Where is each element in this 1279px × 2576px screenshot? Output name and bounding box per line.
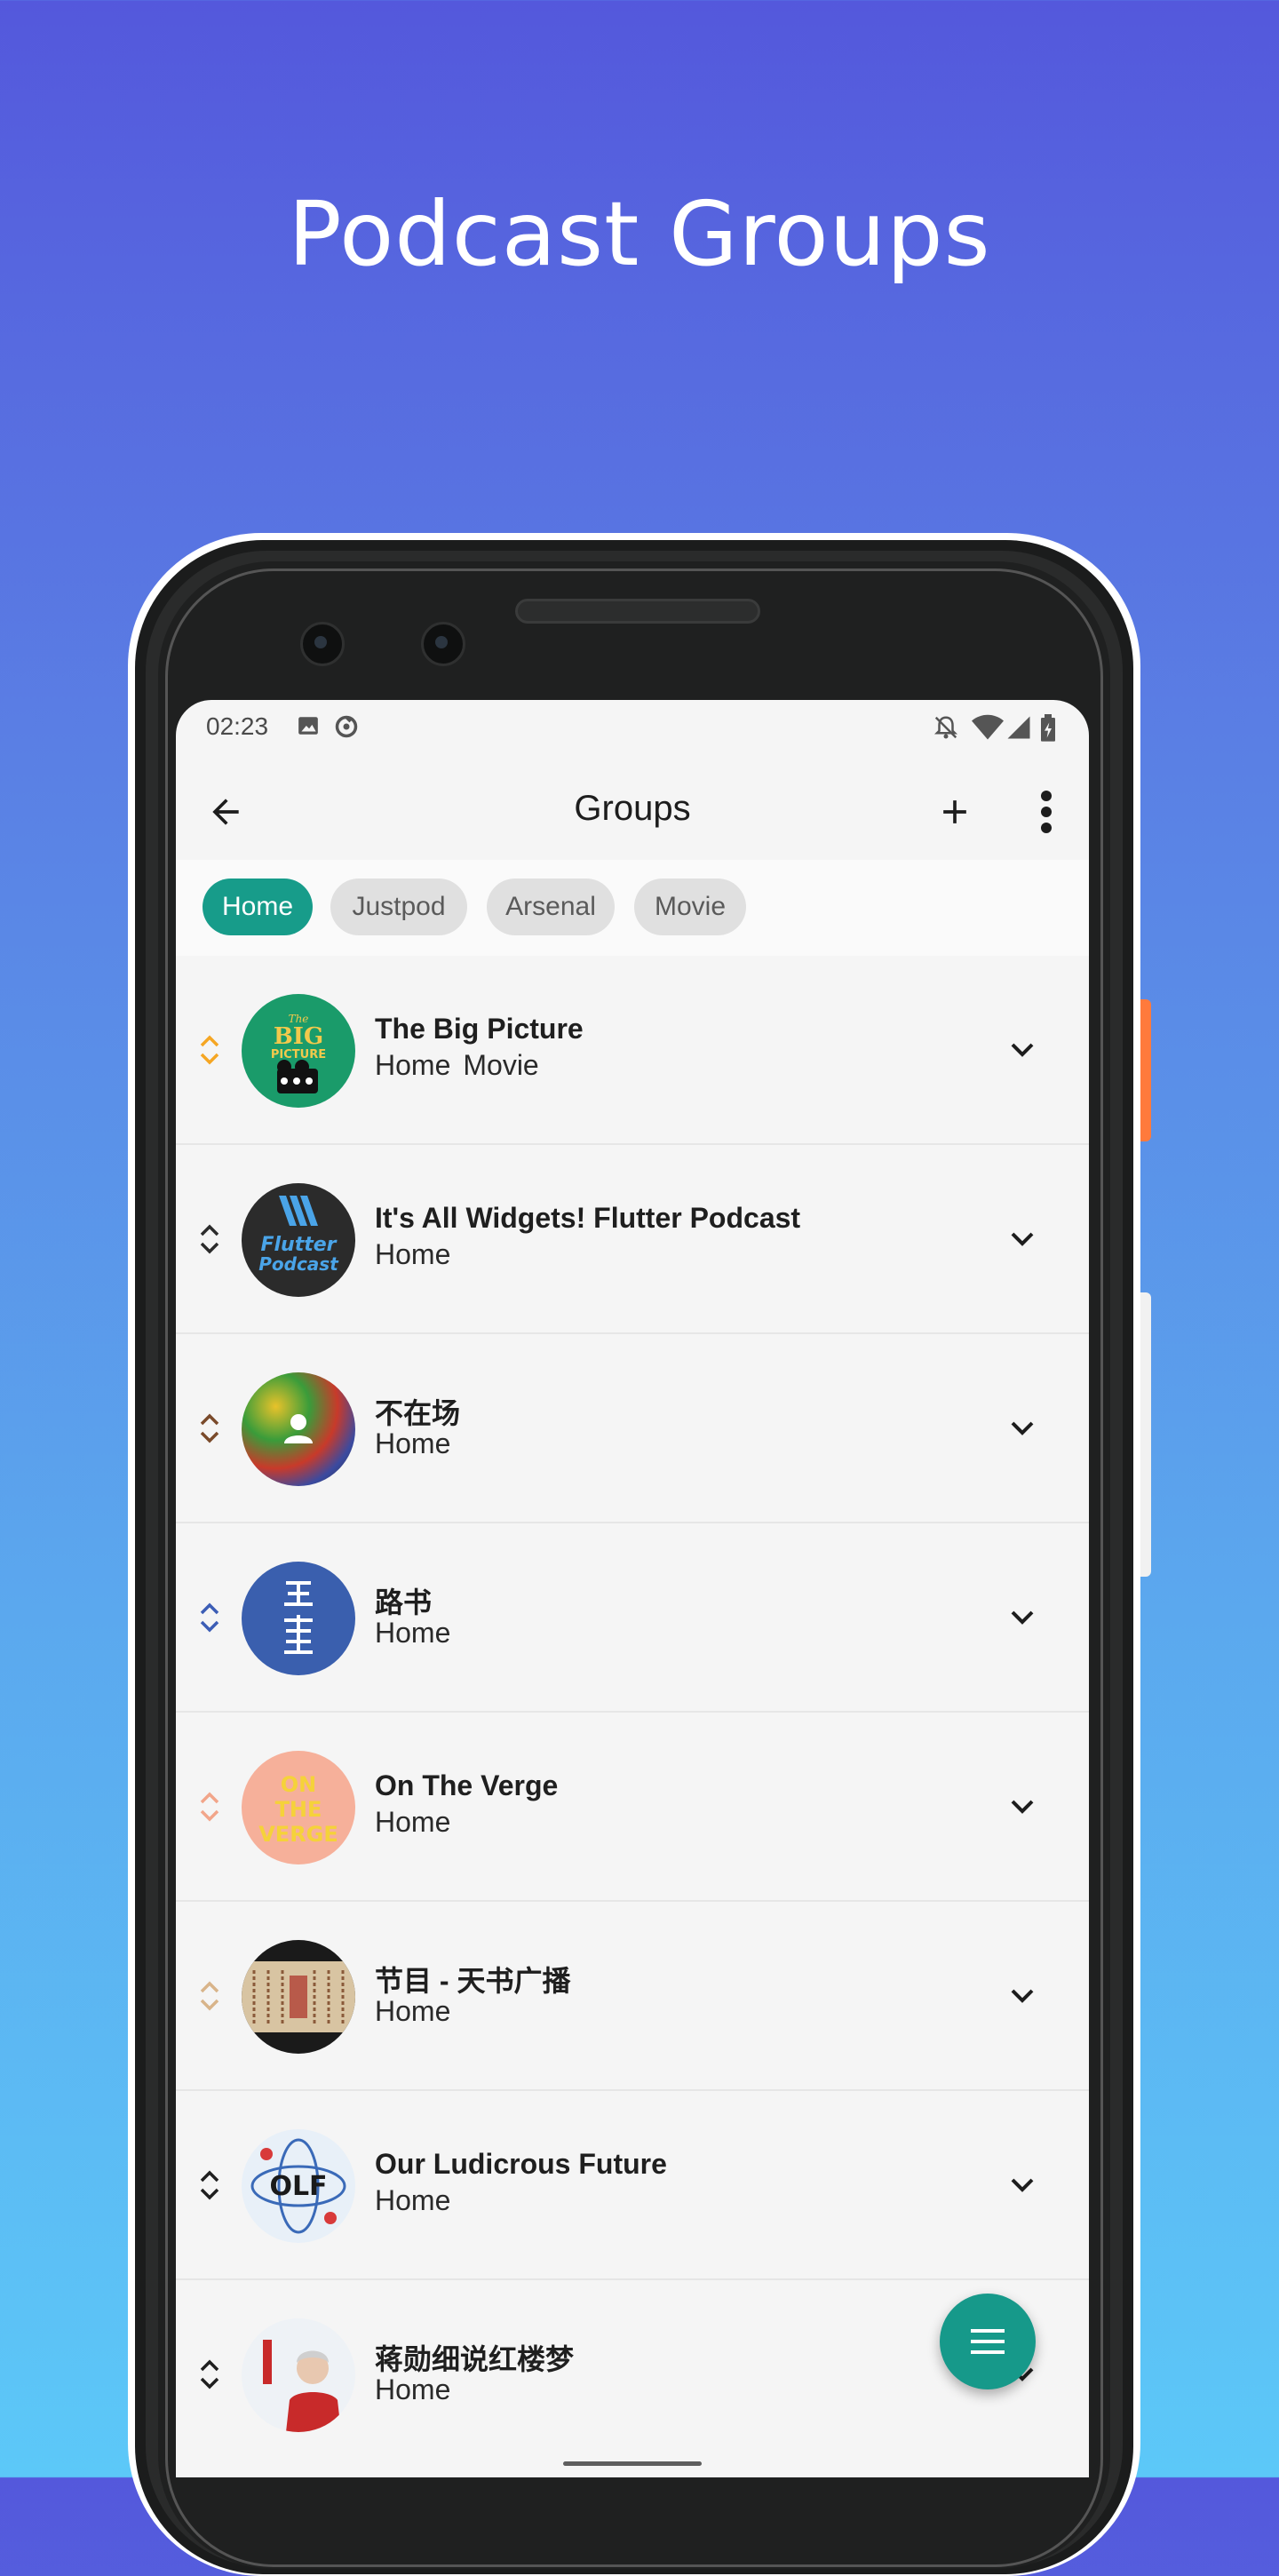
reorder-icon[interactable] [199,1408,220,1449]
signal-icon [1007,716,1030,739]
podcast-title: It's All Widgets! Flutter Podcast [375,1202,801,1234]
group-chip-arsenal[interactable]: Arsenal [487,879,615,935]
podcast-groups: Home [375,1427,463,1460]
phone-camera [300,622,345,666]
podcast-artwork: ON THE VERGE [242,1751,355,1864]
podcast-groups: Home [375,1617,463,1650]
reorder-icon[interactable] [199,2165,220,2206]
reorder-icon[interactable] [199,1030,220,1070]
reorder-icon[interactable] [199,2354,220,2395]
svg-text:BIG: BIG [274,1023,323,1050]
podcast-artwork: OLF [242,2129,355,2243]
chevron-down-icon[interactable] [1009,1987,1036,2005]
podcast-groups: Home [375,2184,463,2217]
group-label: Home [375,2184,451,2216]
svg-text:THE: THE [275,1797,322,1822]
podcast-row[interactable]: 不在场 Home [176,1334,1089,1523]
phone-sensor [421,622,465,666]
group-label: Home [375,1049,451,1081]
podcast-row[interactable]: ON THE VERGE On The Verge Home [176,1713,1089,1902]
podcast-artwork: The BIG PICTURE [242,994,355,1108]
group-chip-home[interactable]: Home [203,879,313,935]
podcast-title: 节目 - 天书广播 [375,1965,571,1997]
power-button [1140,999,1151,1141]
podcast-artwork [242,1940,355,2054]
podcast-row[interactable]: The BIG PICTURE The Big Picture Home Movie [176,956,1089,1145]
group-label: Home [375,1995,451,2027]
podcast-artwork [242,2318,355,2432]
podcast-groups: Home [375,1806,463,1839]
chevron-down-icon[interactable] [1009,2176,1036,2194]
gesture-nav-handle[interactable] [563,2461,702,2466]
chevron-down-icon[interactable] [1009,1041,1036,1059]
svg-text:OLF: OLF [269,2171,327,2202]
group-chip-justpod[interactable]: Justpod [330,879,467,935]
menu-fab-button[interactable] [940,2294,1036,2389]
chevron-down-icon[interactable] [1009,1419,1036,1437]
phone-screen: 02:23 Groups Home Justpod Arsenal Movie … [176,700,1089,2477]
reorder-icon[interactable] [199,1597,220,1638]
group-chip-bar: Home Justpod Arsenal Movie [176,860,1089,956]
podcast-title: Our Ludicrous Future [375,2148,667,2180]
app-bar: Groups [176,753,1089,860]
reorder-icon[interactable] [199,1976,220,2016]
group-label: Home [375,1617,451,1649]
podcast-row[interactable]: 节目 - 天书广播 Home [176,1902,1089,2091]
chevron-down-icon[interactable] [1009,1609,1036,1626]
group-label: Home [375,2373,451,2405]
phone-speaker [515,599,760,624]
svg-text:ON: ON [281,1772,317,1797]
podcast-groups: Home Movie [375,1049,552,1082]
podcast-groups: Home [375,1238,463,1271]
podcast-artwork [242,1372,355,1486]
podcast-row[interactable]: OLF Our Ludicrous Future Home [176,2091,1089,2280]
podcast-title: 路书 [375,1586,433,1618]
podcast-title: On The Verge [375,1769,559,1801]
group-label: Movie [463,1049,539,1081]
group-label: Home [375,1806,451,1838]
reorder-icon[interactable] [199,1786,220,1827]
podcast-title: 不在场 [375,1397,461,1429]
page-headline: Podcast Groups [288,182,991,286]
group-label: Home [375,1427,451,1459]
add-icon[interactable] [935,792,974,831]
podcast-groups: Home [375,1995,463,2028]
image-notification-icon [298,717,318,735]
podcast-artwork [242,1562,355,1675]
reorder-icon[interactable] [199,1219,220,1260]
status-bar: 02:23 [176,700,1089,753]
podcast-title: The Big Picture [375,1013,584,1045]
wifi-icon [972,714,1004,740]
podcast-row[interactable]: Flutter Podcast It's All Widgets! Flutter… [176,1145,1089,1334]
status-time: 02:23 [206,712,269,740]
svg-text:PICTURE: PICTURE [271,1048,326,1061]
podcast-title: 蒋勋细说红楼梦 [375,2343,575,2375]
sync-notification-icon [335,715,358,738]
svg-text:Podcast: Podcast [258,1253,339,1275]
chevron-down-icon[interactable] [1009,1230,1036,1248]
volume-button [1140,1292,1151,1577]
chevron-down-icon[interactable] [1009,1798,1036,1816]
group-chip-movie[interactable]: Movie [634,879,746,935]
podcast-artwork: Flutter Podcast [242,1183,355,1297]
notifications-off-icon [933,716,958,739]
menu-icon [971,2329,1005,2354]
svg-text:VERGE: VERGE [258,1822,338,1847]
podcast-groups: Home [375,2373,463,2406]
more-vert-icon[interactable] [1037,789,1055,835]
podcast-row[interactable]: 路书 Home [176,1523,1089,1713]
group-label: Home [375,1238,451,1270]
battery-icon [1041,714,1055,742]
